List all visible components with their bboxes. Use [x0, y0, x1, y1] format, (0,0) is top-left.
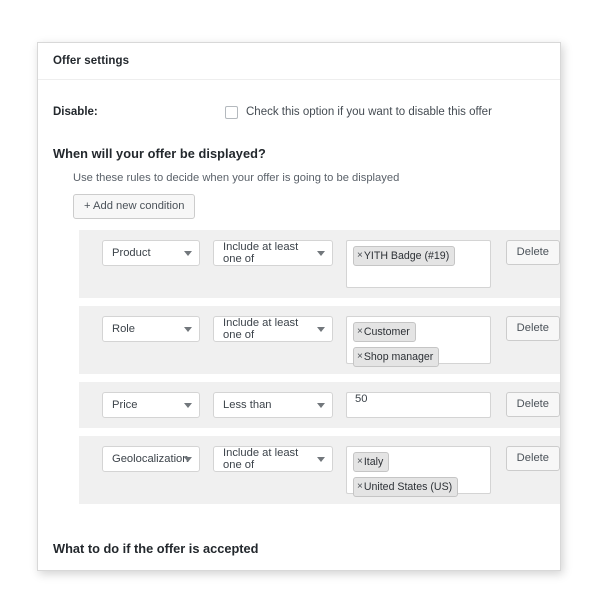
delete-condition-button[interactable]: Delete [505, 392, 560, 417]
value-token[interactable]: × Shop manager [353, 347, 440, 367]
condition-value-text: 50 [355, 393, 368, 405]
chevron-down-icon [184, 327, 192, 332]
page-title: Offer settings [53, 55, 130, 67]
chevron-down-icon [317, 251, 325, 256]
chevron-down-icon [317, 403, 325, 408]
value-token-label: United States (US) [363, 481, 453, 493]
delete-condition-button[interactable]: Delete [505, 446, 560, 471]
add-new-condition-button[interactable]: + Add new condition [73, 194, 196, 219]
condition-type-value: Role [112, 323, 136, 335]
remove-token-icon[interactable]: × [357, 326, 363, 338]
condition-operator-select[interactable]: Include at least one of [213, 446, 333, 472]
disable-label: Disable: [53, 106, 98, 118]
conditions-list: Product Include at least one of × YITH Badg… [38, 230, 560, 504]
condition-operator-value: Include at least one of [223, 447, 299, 471]
condition-operator-value: Include at least one of [223, 317, 299, 341]
condition-type-value: Product [112, 247, 151, 259]
disable-checkbox-label: Check this option if you want to disable… [246, 106, 492, 118]
value-token[interactable]: × United States (US) [353, 477, 459, 497]
disable-checkbox[interactable] [225, 105, 238, 119]
add-condition-wrap: + Add new condition [38, 184, 560, 219]
condition-operator-value: Less than [223, 399, 272, 411]
condition-row: Price Less than 50 Delete [79, 382, 560, 428]
delete-condition-button[interactable]: Delete [505, 316, 560, 341]
condition-type-select[interactable]: Geolocalization [102, 446, 200, 472]
panel-body: Disable: Check this option if you want t… [38, 80, 560, 504]
accepted-section-heading: What to do if the offer is accepted [38, 530, 560, 570]
remove-token-icon[interactable]: × [357, 351, 363, 363]
condition-type-select[interactable]: Role [102, 316, 200, 342]
disable-checkbox-wrap[interactable]: Check this option if you want to disable… [225, 105, 492, 119]
display-section-description: Use these rules to decide when your offe… [73, 172, 400, 184]
display-section-heading: When will your offer be displayed? [53, 146, 266, 161]
delete-condition-button[interactable]: Delete [505, 240, 560, 265]
chevron-down-icon [184, 457, 192, 462]
condition-operator-value: Include at least one of [223, 241, 299, 265]
panel-header: Offer settings [38, 43, 560, 80]
condition-row: Role Include at least one of × Customer × Sho… [79, 306, 560, 374]
condition-operator-select[interactable]: Include at least one of [213, 240, 333, 266]
condition-type-select[interactable]: Price [102, 392, 200, 418]
chevron-down-icon [184, 403, 192, 408]
value-token[interactable]: × YITH Badge (#19) [353, 246, 456, 266]
offer-settings-panel: Offer settings Disable: Check this optio… [37, 42, 561, 571]
condition-value-tokens[interactable]: × Italy × United States (US) [346, 446, 491, 497]
chevron-down-icon [317, 457, 325, 462]
condition-row: Geolocalization Include at least one of × I… [79, 436, 560, 504]
disable-setting-row: Disable: Check this option if you want t… [38, 80, 560, 126]
value-token-label: Shop manager [363, 351, 434, 363]
condition-operator-select[interactable]: Less than [213, 392, 333, 418]
chevron-down-icon [184, 251, 192, 256]
condition-value-input[interactable]: 50 [346, 392, 491, 418]
remove-token-icon[interactable]: × [357, 481, 363, 493]
value-token-label: Customer [363, 326, 410, 338]
condition-value-tokens[interactable]: × Customer × Shop manager [346, 316, 491, 367]
value-token[interactable]: × Customer [353, 322, 416, 342]
value-token-label: YITH Badge (#19) [363, 250, 450, 262]
condition-type-value: Geolocalization [112, 453, 189, 465]
chevron-down-icon [317, 327, 325, 332]
value-token-label: Italy [363, 456, 384, 468]
condition-row: Product Include at least one of × YITH Badg… [79, 230, 560, 298]
remove-token-icon[interactable]: × [357, 250, 363, 262]
condition-operator-select[interactable]: Include at least one of [213, 316, 333, 342]
remove-token-icon[interactable]: × [357, 456, 363, 468]
condition-type-select[interactable]: Product [102, 240, 200, 266]
value-token[interactable]: × Italy [353, 452, 390, 472]
condition-value-tokens[interactable]: × YITH Badge (#19) [346, 240, 491, 288]
condition-type-value: Price [112, 399, 138, 411]
